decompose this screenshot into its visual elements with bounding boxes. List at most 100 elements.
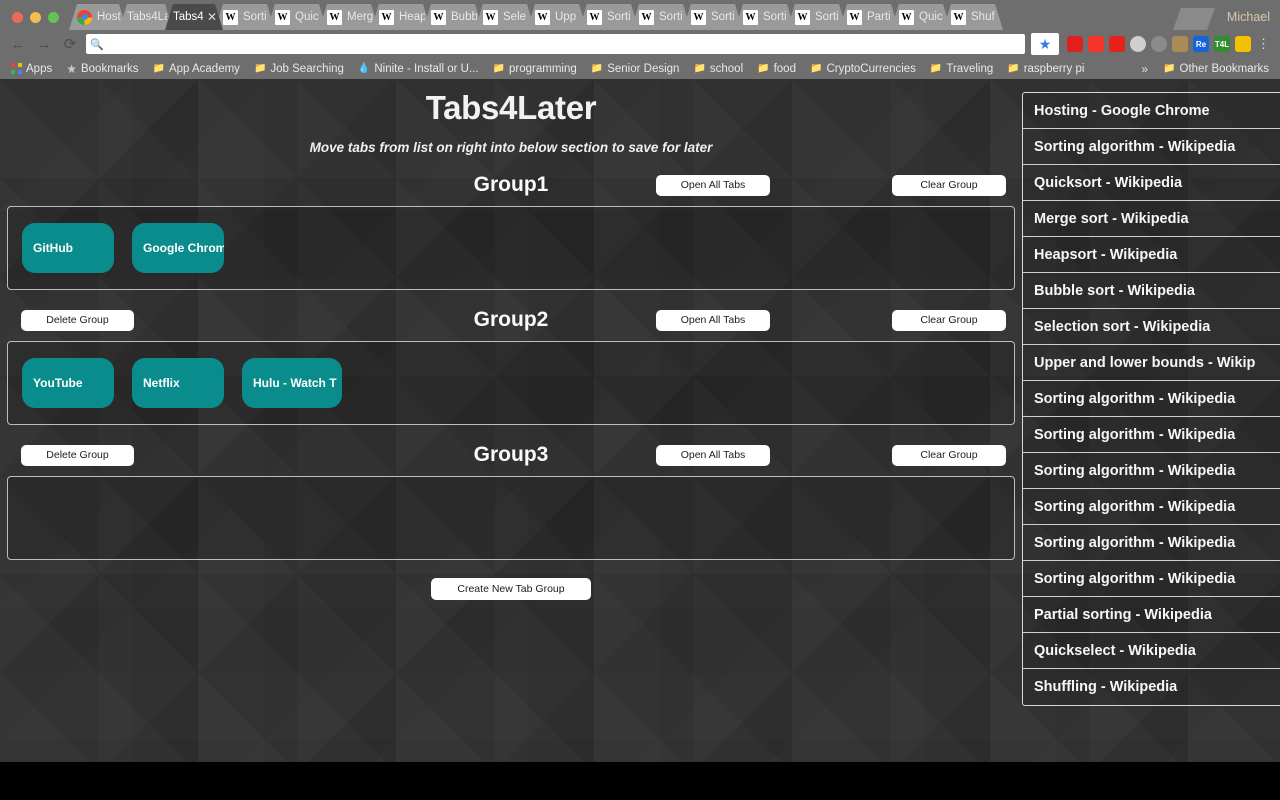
open-tab-list-item[interactable]: Shuffling - Wikipedia — [1023, 669, 1280, 705]
browser-tab[interactable]: W Quic — [891, 4, 951, 30]
clear-group-button[interactable]: Clear Group — [892, 174, 1006, 196]
ghost-extension[interactable] — [1151, 36, 1167, 52]
wikipedia-icon: W — [431, 10, 446, 25]
browser-tab[interactable]: W Sorti — [215, 4, 275, 30]
bookmark-item[interactable]: 📁 school — [686, 63, 750, 75]
bookmark-item[interactable]: Apps — [4, 63, 59, 75]
tab-group-dropzone[interactable]: GitHub Google Chrome — [7, 206, 1015, 290]
moon-reader-extension[interactable] — [1130, 36, 1146, 52]
browser-tab[interactable]: W Sorti — [735, 4, 795, 30]
bookmark-label: raspberry pi — [1023, 62, 1085, 75]
browser-tab[interactable]: W Sorti — [631, 4, 691, 30]
minimize-window-button[interactable] — [30, 12, 41, 23]
bookmark-star-icon[interactable]: ★ — [1031, 33, 1059, 55]
open-tab-list-item[interactable]: Quickselect - Wikipedia — [1023, 633, 1280, 669]
open-tab-list-item[interactable]: Sorting algorithm - Wikipedia — [1023, 381, 1280, 417]
saved-tab-chip[interactable]: Google Chrome — [132, 223, 224, 273]
avatar-extension[interactable] — [1172, 36, 1188, 52]
bookmark-item[interactable]: 📁 food — [750, 63, 803, 75]
close-window-button[interactable] — [12, 12, 23, 23]
bookmark-item[interactable]: 💧 Ninite - Install or U... — [351, 63, 486, 75]
honey-extension[interactable] — [1088, 36, 1104, 52]
open-all-tabs-button[interactable]: Open All Tabs — [656, 174, 770, 196]
page-subtitle: Move tabs from list on right into below … — [309, 140, 713, 155]
back-icon[interactable]: ← — [6, 33, 30, 55]
tab-group-header: Group1 Open All Tabs Clear Group — [0, 172, 1022, 198]
new-tab-button[interactable] — [1173, 8, 1215, 30]
create-new-tab-group-button[interactable]: Create New Tab Group — [431, 578, 591, 600]
bookmark-item[interactable]: 📁 CryptoCurrencies — [803, 63, 923, 75]
close-tab-icon[interactable]: ✕ — [207, 10, 217, 24]
open-tab-list-item[interactable]: Sorting algorithm - Wikipedia — [1023, 561, 1280, 597]
wikipedia-icon: W — [535, 10, 550, 25]
open-tab-list-item[interactable]: Selection sort - Wikipedia — [1023, 309, 1280, 345]
open-tab-list-item[interactable]: Upper and lower bounds - Wikip — [1023, 345, 1280, 381]
browser-toolbar: ← → ⟳ 🔍 ★ Re T4L ⋮ — [0, 30, 1280, 58]
wikipedia-icon: W — [379, 10, 394, 25]
bookmark-item[interactable]: 📁 Job Searching — [247, 63, 351, 75]
bookmark-item[interactable]: 📁 App Academy — [146, 63, 247, 75]
open-tab-list-item[interactable]: Bubble sort - Wikipedia — [1023, 273, 1280, 309]
saved-tab-chip[interactable]: Hulu - Watch T — [242, 358, 342, 408]
saved-tab-chip[interactable]: YouTube — [22, 358, 114, 408]
open-all-tabs-button[interactable]: Open All Tabs — [656, 444, 770, 466]
tabs4later-extension[interactable]: T4L — [1214, 36, 1230, 52]
browser-tab[interactable]: W Sele — [475, 4, 535, 30]
browser-tab[interactable]: W Bubb — [423, 4, 483, 30]
clear-group-button[interactable]: Clear Group — [892, 309, 1006, 331]
window-controls[interactable] — [4, 12, 69, 30]
clear-group-button[interactable]: Clear Group — [892, 444, 1006, 466]
open-tab-list-item[interactable]: Hosting - Google Chrome — [1023, 93, 1280, 129]
forward-icon[interactable]: → — [32, 33, 56, 55]
browser-tab[interactable]: W Sorti — [683, 4, 743, 30]
browser-tab[interactable]: W Sorti — [787, 4, 847, 30]
youtube-extension[interactable] — [1109, 36, 1125, 52]
browser-tab[interactable]: Host — [69, 4, 127, 30]
browser-tab[interactable]: W Heap — [371, 4, 431, 30]
browser-tab[interactable]: Tabs4 ✕ — [165, 4, 223, 30]
delete-group-button[interactable]: Delete Group — [21, 309, 134, 331]
browser-tab[interactable]: W Parti — [839, 4, 899, 30]
open-tab-list-item[interactable]: Sorting algorithm - Wikipedia — [1023, 417, 1280, 453]
browser-tab[interactable]: W Quic — [267, 4, 327, 30]
tab-group-dropzone[interactable]: YouTube Netflix Hulu - Watch T — [7, 341, 1015, 425]
bookmark-item[interactable]: ★ Bookmarks — [59, 62, 145, 76]
tab-title: Sorti — [815, 11, 839, 23]
address-input[interactable] — [107, 38, 1021, 50]
browser-tab[interactable]: W Upp — [527, 4, 587, 30]
open-tab-list-item[interactable]: Quicksort - Wikipedia — [1023, 165, 1280, 201]
saved-tab-chip[interactable]: Netflix — [132, 358, 224, 408]
folder-icon: 📁 — [1007, 63, 1020, 74]
address-bar[interactable]: 🔍 — [86, 34, 1025, 54]
tab-group-dropzone[interactable] — [7, 476, 1015, 560]
open-tab-list-item[interactable]: Sorting algorithm - Wikipedia — [1023, 525, 1280, 561]
browser-tab[interactable]: W Shuf — [943, 4, 1003, 30]
folder-icon: 📁 — [757, 63, 770, 74]
other-bookmarks-item[interactable]: 📁 Other Bookmarks — [1156, 63, 1276, 75]
adblock-extension[interactable] — [1067, 36, 1083, 52]
delete-group-button[interactable]: Delete Group — [21, 444, 134, 466]
open-tab-list-item[interactable]: Merge sort - Wikipedia — [1023, 201, 1280, 237]
bookmark-item[interactable]: 📁 Senior Design — [584, 63, 687, 75]
open-tab-list-item[interactable]: Sorting algorithm - Wikipedia — [1023, 489, 1280, 525]
reddit-enhancement-extension[interactable]: Re — [1193, 36, 1209, 52]
open-all-tabs-button[interactable]: Open All Tabs — [656, 309, 770, 331]
browser-tab[interactable]: Tabs4La — [119, 4, 173, 30]
reload-icon[interactable]: ⟳ — [58, 33, 82, 55]
profile-name[interactable]: Michael — [1215, 10, 1280, 30]
browser-tab[interactable]: W Merg — [319, 4, 379, 30]
open-tab-list-item[interactable]: Sorting algorithm - Wikipedia — [1023, 453, 1280, 489]
chrome-menu-icon[interactable]: ⋮ — [1253, 37, 1274, 51]
browser-tab[interactable]: W Sorti — [579, 4, 639, 30]
open-tab-list-item[interactable]: Sorting algorithm - Wikipedia — [1023, 129, 1280, 165]
saved-tab-chip[interactable]: GitHub — [22, 223, 114, 273]
bookmark-label: Apps — [26, 62, 53, 75]
open-tab-list-item[interactable]: Heapsort - Wikipedia — [1023, 237, 1280, 273]
open-tab-list-item[interactable]: Partial sorting - Wikipedia — [1023, 597, 1280, 633]
bookmark-item[interactable]: 📁 programming — [486, 63, 584, 75]
maximize-window-button[interactable] — [48, 12, 59, 23]
bookmark-item[interactable]: 📁 raspberry pi — [1000, 63, 1091, 75]
duckduckgo-extension[interactable] — [1235, 36, 1251, 52]
double-chevron-icon[interactable]: » — [1133, 62, 1156, 76]
bookmark-item[interactable]: 📁 Traveling — [923, 63, 1000, 75]
